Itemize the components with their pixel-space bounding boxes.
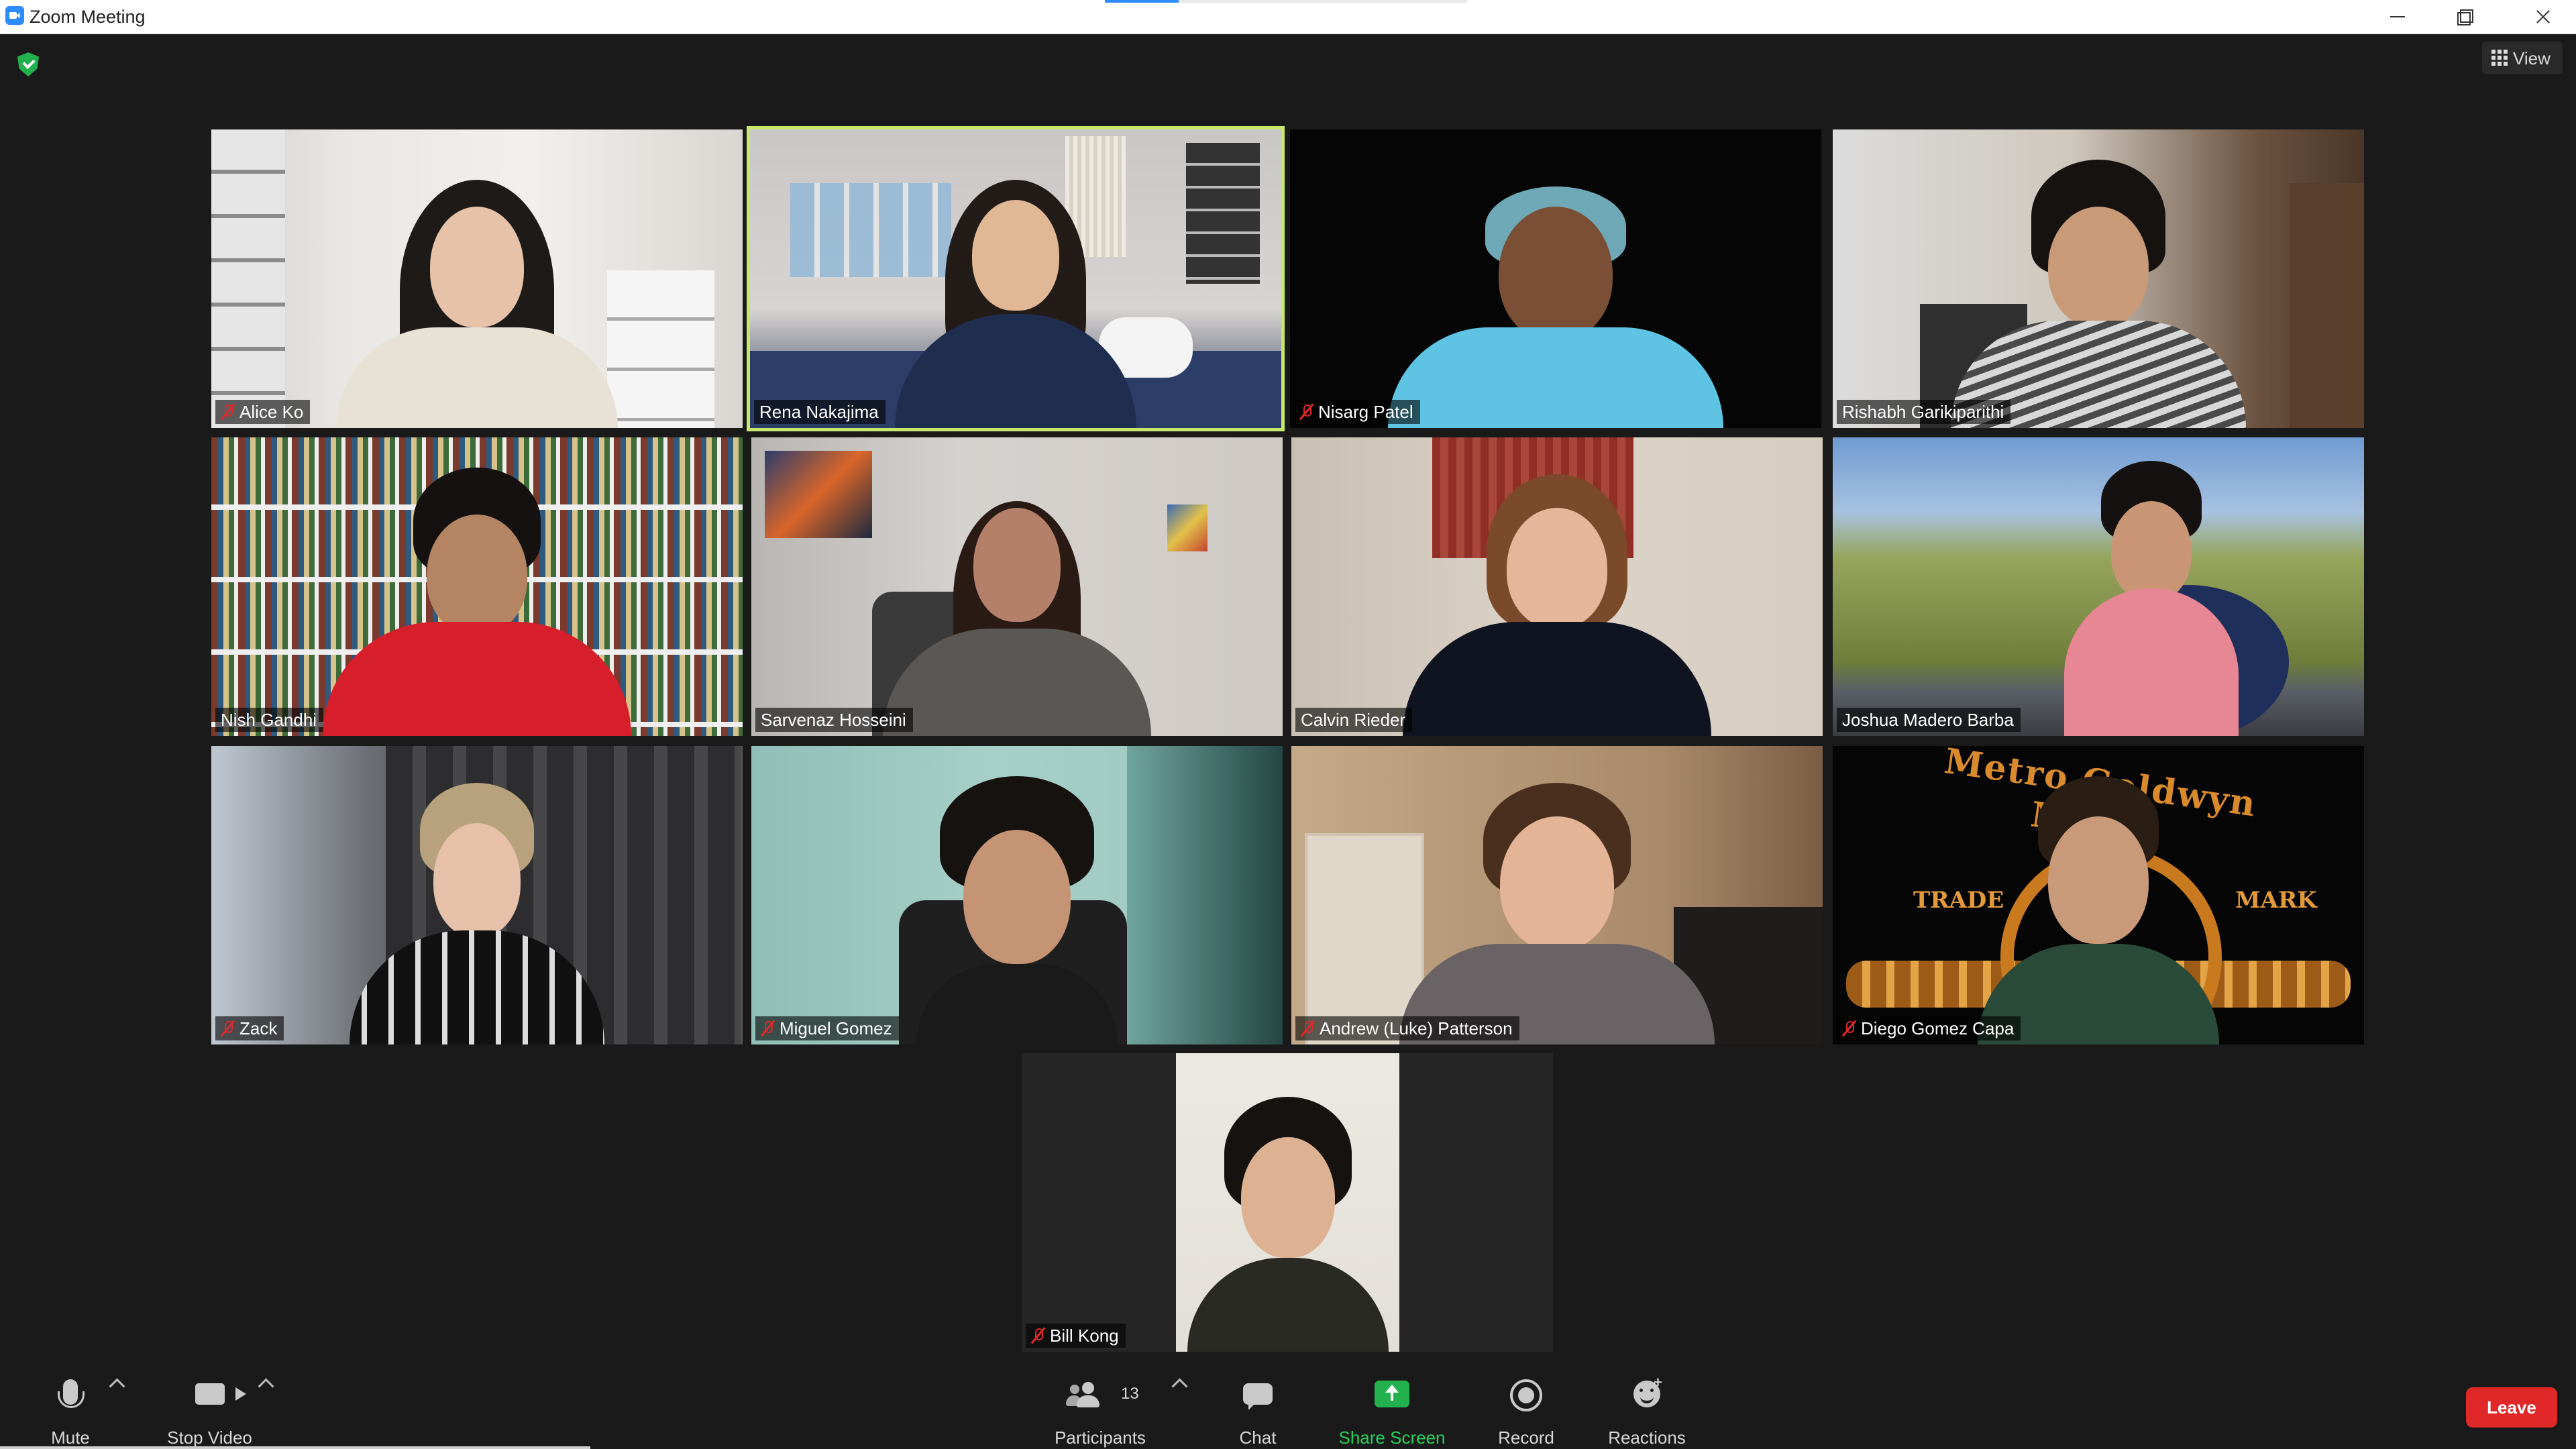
mute-label: Mute (51, 1428, 90, 1448)
video-tile[interactable]: Andrew (Luke) Patterson (1291, 746, 1823, 1044)
view-label: View (2513, 48, 2551, 68)
share-screen-button[interactable]: Share Screen (1332, 1375, 1452, 1449)
share-screen-label: Share Screen (1338, 1428, 1446, 1448)
video-feed (750, 129, 1281, 428)
video-feed (1833, 437, 2364, 736)
participant-name: Nisarg Patel (1318, 401, 1413, 422)
reactions-icon: + (1633, 1374, 1662, 1407)
participants-options-caret[interactable] (1171, 1378, 1188, 1395)
muted-mic-icon (1842, 1020, 1856, 1037)
reactions-button[interactable]: + Reactions (1603, 1374, 1690, 1449)
muted-mic-icon (1299, 403, 1313, 421)
participant-name: Rena Nakajima (759, 401, 879, 422)
record-label: Record (1498, 1428, 1554, 1448)
record-button[interactable]: Record (1493, 1375, 1560, 1449)
video-tile[interactable]: Calvin Rieder (1291, 437, 1823, 736)
participant-name: Nish Gandhi (221, 709, 317, 730)
participant-nameplate: Nish Gandhi (215, 708, 324, 732)
title-drag-indicator (1105, 0, 1179, 3)
video-tile-active-speaker[interactable]: Rena Nakajima (747, 126, 1285, 431)
muted-mic-icon (221, 403, 234, 421)
window-title-bar: Zoom Meeting (0, 0, 2576, 34)
security-shield-icon[interactable] (17, 52, 39, 76)
video-feed (211, 437, 743, 736)
video-feed (1833, 129, 2364, 428)
video-tile[interactable]: Metro Goldwyn Mayer TRADE MARK Diego Gom… (1833, 746, 2364, 1044)
video-tile[interactable]: Alice Ko (211, 129, 743, 428)
participants-button[interactable]: 13 Participants (1043, 1375, 1157, 1449)
meeting-toolbar: Mute Stop Video 13 Participants Chat Sha… (0, 1362, 2576, 1449)
chat-label: Chat (1239, 1428, 1277, 1448)
video-tile[interactable]: Joshua Madero Barba (1833, 437, 2364, 736)
participant-nameplate: Zack (215, 1016, 284, 1040)
participant-name: Alice Ko (239, 401, 304, 422)
participant-name: Sarvenaz Hosseini (761, 709, 906, 730)
participant-name: Andrew (Luke) Patterson (1320, 1018, 1513, 1038)
video-tile[interactable]: Sarvenaz Hosseini (751, 437, 1283, 736)
reactions-label: Reactions (1608, 1428, 1686, 1448)
record-icon (1510, 1379, 1542, 1411)
participant-name: Diego Gomez Capa (1861, 1018, 2015, 1038)
video-tile[interactable]: Zack (211, 746, 743, 1044)
chat-icon (1243, 1383, 1273, 1410)
mute-button[interactable]: Mute (27, 1375, 114, 1449)
muted-mic-icon (1301, 1020, 1314, 1037)
participant-name: Bill Kong (1050, 1325, 1119, 1346)
video-feed: Metro Goldwyn Mayer TRADE MARK (1833, 746, 2364, 1044)
participant-nameplate: Alice Ko (215, 400, 311, 424)
video-tile[interactable]: Nish Gandhi (211, 437, 743, 736)
participant-name: Rishabh Garikiparithi (1842, 401, 2004, 422)
stop-video-label: Stop Video (167, 1428, 252, 1448)
participant-nameplate: Bill Kong (1026, 1324, 1126, 1348)
video-tile[interactable]: Rishabh Garikiparithi (1833, 129, 2364, 428)
participant-name: Calvin Rieder (1301, 709, 1406, 730)
taskbar-edge (0, 1446, 590, 1449)
participant-name: Joshua Madero Barba (1842, 709, 2014, 730)
participants-count: 13 (1121, 1385, 1139, 1403)
participant-nameplate: Calvin Rieder (1295, 708, 1413, 732)
video-tile[interactable]: Bill Kong (1022, 1053, 1553, 1352)
participant-nameplate: Joshua Madero Barba (1837, 708, 2021, 732)
chat-button[interactable]: Chat (1228, 1375, 1288, 1449)
restore-button[interactable] (2432, 0, 2499, 34)
video-feed (211, 129, 743, 428)
video-tile[interactable]: Nisarg Patel (1290, 129, 1821, 428)
video-feed (1291, 746, 1823, 1044)
participants-label: Participants (1055, 1428, 1146, 1448)
muted-mic-icon (221, 1020, 234, 1037)
participant-nameplate: Rishabh Garikiparithi (1837, 400, 2011, 424)
video-feed (211, 746, 743, 1044)
participant-name: Zack (239, 1018, 278, 1038)
minimize-button[interactable] (2365, 0, 2432, 34)
participant-nameplate: Andrew (Luke) Patterson (1295, 1016, 1519, 1040)
share-screen-icon (1375, 1381, 1409, 1407)
video-feed (1291, 437, 1823, 736)
video-feed (751, 746, 1283, 1044)
grid-view-icon (2491, 50, 2508, 66)
virtual-background-right-text: MARK (2235, 887, 2317, 914)
video-feed (1290, 129, 1821, 428)
participant-nameplate: Diego Gomez Capa (1837, 1016, 2021, 1040)
title-drag-track (1179, 0, 1467, 3)
video-feed (1022, 1053, 1553, 1352)
video-tile[interactable]: Miguel Gomez (751, 746, 1283, 1044)
zoom-app-icon (5, 6, 24, 25)
window-title: Zoom Meeting (30, 7, 146, 27)
muted-mic-icon (761, 1020, 774, 1037)
participants-icon: 13 (1066, 1382, 1139, 1409)
virtual-background-left-text: TRADE (1913, 887, 2004, 914)
mic-icon (58, 1379, 85, 1408)
video-feed (751, 437, 1283, 736)
participant-nameplate: Rena Nakajima (754, 400, 885, 424)
participant-nameplate: Sarvenaz Hosseini (755, 708, 913, 732)
participant-name: Miguel Gomez (780, 1018, 892, 1038)
participant-nameplate: Miguel Gomez (755, 1016, 899, 1040)
close-button[interactable] (2509, 0, 2576, 34)
stop-video-button[interactable]: Stop Video (154, 1375, 265, 1449)
participant-nameplate: Nisarg Patel (1294, 400, 1420, 424)
view-button[interactable]: View (2482, 42, 2563, 74)
muted-mic-icon (1031, 1327, 1044, 1344)
video-camera-icon (195, 1383, 225, 1405)
leave-button[interactable]: Leave (2466, 1387, 2557, 1428)
